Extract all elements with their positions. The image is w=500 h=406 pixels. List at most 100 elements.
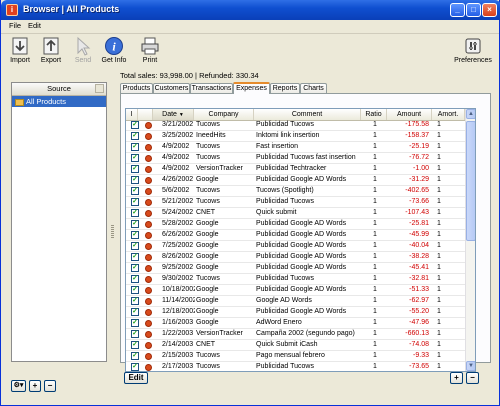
row-checkbox[interactable]: ✓ xyxy=(131,341,139,349)
date-cell: 6/26/2002 xyxy=(162,231,194,238)
column-header-status[interactable] xyxy=(138,109,153,120)
edit-button[interactable]: Edit xyxy=(124,372,148,384)
table-scrollbar[interactable]: ▲ ▼ xyxy=(465,109,475,371)
amount-cell: -9.33 xyxy=(413,352,429,359)
row-checkbox[interactable]: ✓ xyxy=(131,242,139,250)
menu-file[interactable]: File xyxy=(9,21,21,30)
row-checkbox[interactable]: ✓ xyxy=(131,209,139,217)
row-checkbox[interactable]: ✓ xyxy=(131,253,139,261)
column-header-ratio[interactable]: Ratio xyxy=(361,109,387,120)
get-info-button[interactable]: i Get Info xyxy=(99,36,129,68)
remove-expense-button[interactable]: − xyxy=(466,372,479,384)
table-row[interactable]: ✓ 4/9/2002 Tucows Fast insertion 1 -25.19 1 xyxy=(126,142,465,153)
table-row[interactable]: ✓ 10/18/2002 Google Publicidad Google AD Wo… xyxy=(126,285,465,296)
row-checkbox[interactable]: ✓ xyxy=(131,176,139,184)
table-row[interactable]: ✓ 4/26/2002 Google Publicidad Google AD Wor… xyxy=(126,175,465,186)
table-row[interactable]: ✓ 3/25/2002 IneedHits Inktomi link insertio… xyxy=(126,131,465,142)
amount-cell: -62.97 xyxy=(409,297,429,304)
column-options-icon[interactable] xyxy=(95,84,104,93)
preferences-button[interactable]: Preferences xyxy=(453,36,493,68)
row-checkbox[interactable]: ✓ xyxy=(131,132,139,140)
row-checkbox[interactable]: ✓ xyxy=(131,352,139,360)
row-checkbox[interactable]: ✓ xyxy=(131,220,139,228)
table-row[interactable]: ✓ 8/26/2002 Google Publicidad Google AD Wor… xyxy=(126,252,465,263)
row-checkbox[interactable]: ✓ xyxy=(131,308,139,316)
table-row[interactable]: ✓ 9/30/2002 Tucows Publicidad Tucows 1 -32.81… xyxy=(126,274,465,285)
table-row[interactable]: ✓ 2/17/2003 Tucows Publicidad Tucows 1 -73.65… xyxy=(126,362,465,371)
expense-status-icon xyxy=(145,144,152,151)
row-checkbox[interactable]: ✓ xyxy=(131,330,139,338)
tab-products[interactable]: Products xyxy=(120,83,153,93)
minimize-button[interactable]: _ xyxy=(450,3,465,17)
column-header-date[interactable]: Date ▼ xyxy=(153,109,194,120)
add-expense-button[interactable]: + xyxy=(450,372,463,384)
import-button[interactable]: Import xyxy=(5,36,35,68)
row-checkbox[interactable]: ✓ xyxy=(131,319,139,327)
column-header-comment[interactable]: Comment xyxy=(254,109,361,120)
table-row[interactable]: ✓ 5/28/2002 Google Publicidad Google AD Wor… xyxy=(126,219,465,230)
table-row[interactable]: ✓ 3/21/2002 Tucows Publicidad Tucows 1 -175.5… xyxy=(126,120,465,131)
tab-charts[interactable]: Charts xyxy=(300,83,327,93)
source-list-header[interactable]: Source xyxy=(12,83,106,96)
table-row[interactable]: ✓ 12/18/2002 Google Publicidad Google AD Wo… xyxy=(126,307,465,318)
app-window: i Browser | All Products _ □ × File Edit… xyxy=(0,0,500,406)
menu-edit[interactable]: Edit xyxy=(28,21,41,30)
tab-reports[interactable]: Reports xyxy=(270,83,300,93)
column-header-i[interactable]: I xyxy=(126,109,138,120)
date-header-label: Date xyxy=(162,111,177,118)
print-button[interactable]: Print xyxy=(135,36,165,68)
table-row[interactable]: ✓ 6/26/2002 Google Publicidad Google AD Wor… xyxy=(126,230,465,241)
maximize-button[interactable]: □ xyxy=(466,3,481,17)
send-button[interactable]: Send xyxy=(68,36,98,68)
table-row[interactable]: ✓ 5/21/2002 Tucows Publicidad Tucows 1 -73.66… xyxy=(126,197,465,208)
row-checkbox[interactable]: ✓ xyxy=(131,363,139,371)
column-header-amort[interactable]: Amort. xyxy=(432,109,465,120)
row-checkbox[interactable]: ✓ xyxy=(131,275,139,283)
amort-cell: 1 xyxy=(437,176,441,183)
table-row[interactable]: ✓ 2/14/2003 CNET Quick Submit iCash 1 -74.08 1 xyxy=(126,340,465,351)
remove-source-button[interactable]: − xyxy=(44,380,56,392)
expense-status-icon xyxy=(145,177,152,184)
scroll-down-arrow-icon[interactable]: ▼ xyxy=(466,361,475,371)
table-row[interactable]: ✓ 4/9/2002 Tucows Publicidad Tucows fast in… xyxy=(126,153,465,164)
date-cell: 2/14/2003 xyxy=(162,341,194,348)
tab-transactions[interactable]: Transactions xyxy=(190,83,233,93)
scroll-up-arrow-icon[interactable]: ▲ xyxy=(466,109,475,119)
table-row[interactable]: ✓ 2/15/2003 Tucows Pago mensual febrero 1 -9.… xyxy=(126,351,465,362)
row-checkbox[interactable]: ✓ xyxy=(131,187,139,195)
table-row[interactable]: ✓ 1/16/2003 Google AdWord Enero 1 -47.96 1 xyxy=(126,318,465,329)
gear-menu-button[interactable]: ⚙▾ xyxy=(11,380,26,392)
table-row[interactable]: ✓ 7/25/2002 Google Publicidad Google AD Wor… xyxy=(126,241,465,252)
table-row[interactable]: ✓ 5/6/2002 Tucows Tucows (Spotlight) 1 -402.6… xyxy=(126,186,465,197)
scroll-thumb[interactable] xyxy=(466,121,475,241)
tab-customers[interactable]: Customers xyxy=(153,83,190,93)
row-checkbox[interactable]: ✓ xyxy=(131,165,139,173)
expense-status-icon xyxy=(145,353,152,360)
table-row[interactable]: ✓ 5/24/2002 CNET Quick submit 1 -107.43 1 xyxy=(126,208,465,219)
close-button[interactable]: × xyxy=(482,3,497,17)
row-checkbox[interactable]: ✓ xyxy=(131,121,139,129)
row-checkbox[interactable]: ✓ xyxy=(131,198,139,206)
comment-cell: Pago mensual febrero xyxy=(256,352,325,359)
source-item-all-products[interactable]: All Products xyxy=(12,96,106,107)
add-source-button[interactable]: + xyxy=(29,380,41,392)
title-bar[interactable]: i Browser | All Products _ □ × xyxy=(1,0,500,20)
row-checkbox[interactable]: ✓ xyxy=(131,231,139,239)
comment-cell: Publicidad Tucows xyxy=(256,363,314,370)
table-row[interactable]: ✓ 1/22/2003 VersionTracker Campaña 2002 (se… xyxy=(126,329,465,340)
table-row[interactable]: ✓ 4/9/2002 VersionTracker Publicidad Techtr… xyxy=(126,164,465,175)
company-cell: Google xyxy=(196,176,219,183)
column-header-company[interactable]: Company xyxy=(194,109,254,120)
row-checkbox[interactable]: ✓ xyxy=(131,297,139,305)
table-row[interactable]: ✓ 11/14/2002 Google Google AD Words 1 -62.97 1 xyxy=(126,296,465,307)
column-header-amount[interactable]: Amount xyxy=(387,109,432,120)
row-checkbox[interactable]: ✓ xyxy=(131,286,139,294)
table-row[interactable]: ✓ 9/25/2002 Google Publicidad Google AD Wor… xyxy=(126,263,465,274)
row-checkbox[interactable]: ✓ xyxy=(131,264,139,272)
tab-expenses[interactable]: Expenses xyxy=(233,82,270,94)
row-checkbox[interactable]: ✓ xyxy=(131,154,139,162)
amount-cell: -51.33 xyxy=(409,286,429,293)
row-checkbox[interactable]: ✓ xyxy=(131,143,139,151)
splitter-handle[interactable] xyxy=(111,225,114,239)
export-button[interactable]: Export xyxy=(36,36,66,68)
